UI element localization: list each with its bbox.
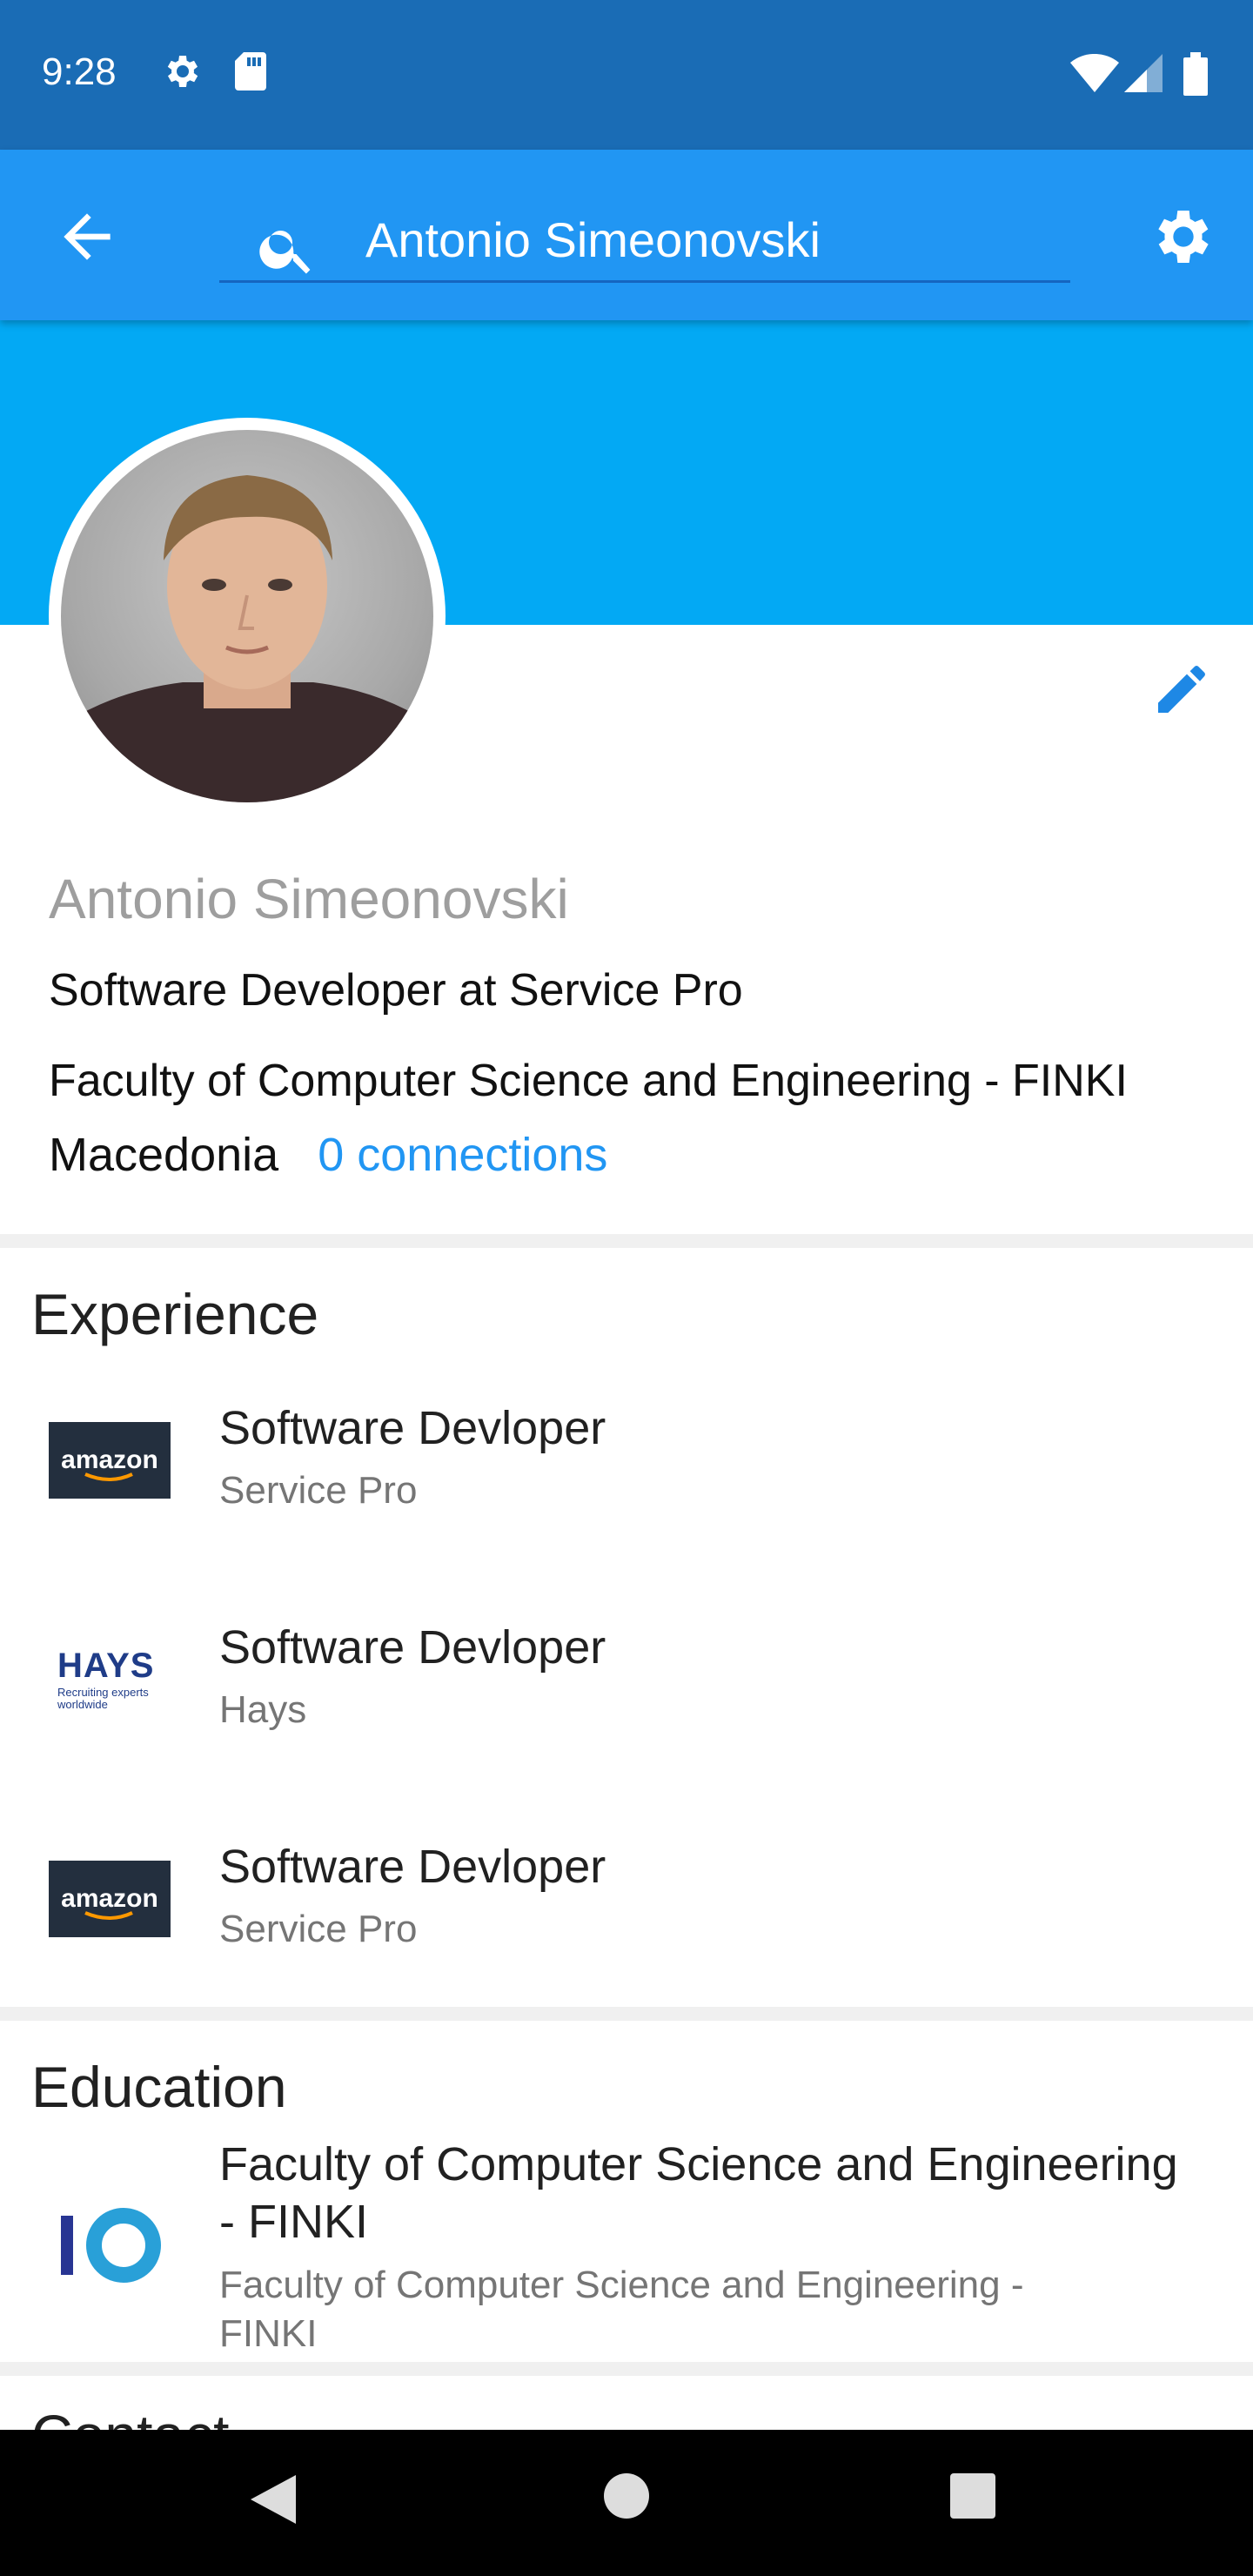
education-title-line2: - FINKI bbox=[219, 2196, 368, 2248]
section-divider bbox=[0, 2362, 1253, 2376]
search-bar[interactable] bbox=[219, 184, 1070, 283]
profile-name: Antonio Simeonovski bbox=[49, 868, 569, 930]
wifi-icon bbox=[1070, 53, 1119, 97]
avatar[interactable] bbox=[49, 418, 446, 815]
search-input[interactable] bbox=[364, 202, 1046, 277]
section-divider bbox=[0, 1234, 1253, 1248]
gear-icon[interactable] bbox=[1149, 202, 1218, 276]
experience-item-title: Software Devloper bbox=[219, 1841, 606, 1893]
education-sub-line1: Faculty of Computer Science and Engineer… bbox=[219, 2264, 1024, 2306]
signal-icon bbox=[1124, 54, 1163, 97]
profile-photo bbox=[61, 430, 433, 802]
education-sub-line2: FINKI bbox=[219, 2312, 318, 2355]
profile-location: Macedonia bbox=[49, 1129, 279, 1181]
status-time: 9:28 bbox=[42, 50, 117, 93]
recents-square-icon[interactable] bbox=[948, 2472, 997, 2525]
experience-item-company: Hays bbox=[219, 1688, 307, 1731]
education-item[interactable]: Faculty of Computer Science and Engineer… bbox=[0, 2132, 1253, 2358]
sd-card-icon bbox=[233, 50, 268, 97]
experience-item-title: Software Devloper bbox=[219, 1402, 606, 1454]
status-bar: 9:28 bbox=[0, 0, 1253, 150]
app-bar bbox=[0, 150, 1253, 320]
location-row: Macedonia 0 connections bbox=[49, 1128, 607, 1182]
connections-link[interactable]: 0 connections bbox=[318, 1129, 607, 1181]
amazon-logo: amazon bbox=[49, 1422, 171, 1499]
experience-item[interactable]: amazon Software Devloper Service Pro bbox=[0, 1392, 1253, 1566]
hays-logo-tagline: Recruiting experts worldwide bbox=[57, 1687, 149, 1711]
amazon-logo-text: amazon bbox=[61, 1446, 158, 1474]
battery-icon bbox=[1183, 52, 1208, 100]
amazon-logo-text: amazon bbox=[61, 1884, 158, 1913]
hays-logo: HAYS Recruiting experts worldwide bbox=[49, 1641, 171, 1718]
settings-icon bbox=[162, 50, 204, 97]
system-nav-bar bbox=[0, 2430, 1253, 2576]
hays-logo-text: HAYS bbox=[57, 1647, 155, 1685]
experience-title: Experience bbox=[31, 1282, 319, 1346]
hays-logo-tagline-line2: worldwide bbox=[57, 1698, 108, 1711]
profile-headline: Software Developer at Service Pro bbox=[49, 965, 743, 1016]
finki-logo bbox=[49, 2193, 171, 2298]
experience-item[interactable]: HAYS Recruiting experts worldwide Softwa… bbox=[0, 1612, 1253, 1786]
amazon-logo: amazon bbox=[49, 1861, 171, 1937]
back-triangle-icon[interactable] bbox=[247, 2472, 299, 2532]
experience-item[interactable]: amazon Software Devloper Service Pro bbox=[0, 1831, 1253, 2005]
education-title-line1: Faculty of Computer Science and Engineer… bbox=[219, 2138, 1178, 2190]
profile-school: Faculty of Computer Science and Engineer… bbox=[49, 1056, 1128, 1106]
arrow-back-icon[interactable] bbox=[52, 202, 122, 272]
experience-item-title: Software Devloper bbox=[219, 1621, 606, 1674]
hays-logo-tagline-line1: Recruiting experts bbox=[57, 1686, 149, 1699]
search-icon bbox=[256, 218, 318, 285]
experience-item-company: Service Pro bbox=[219, 1908, 418, 1950]
education-item-school: Faculty of Computer Science and Engineer… bbox=[219, 2261, 1024, 2358]
pencil-icon[interactable] bbox=[1150, 658, 1213, 725]
home-circle-icon[interactable] bbox=[602, 2472, 651, 2525]
experience-item-company: Service Pro bbox=[219, 1469, 418, 1512]
education-item-title: Faculty of Computer Science and Engineer… bbox=[219, 2136, 1178, 2251]
section-divider bbox=[0, 2007, 1253, 2021]
education-title: Education bbox=[31, 2055, 287, 2119]
